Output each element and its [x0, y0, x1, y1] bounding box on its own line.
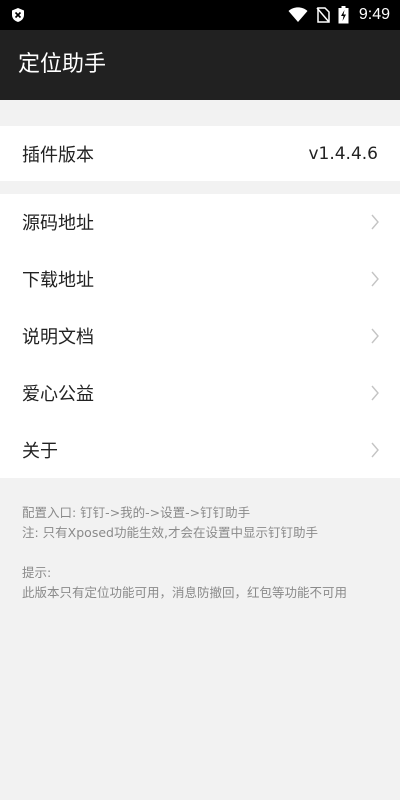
notification-shield-icon — [12, 8, 24, 22]
notes-section: 配置入口: 钉钉->我的->设置->钉钉助手 注: 只有Xposed功能生效,才… — [22, 503, 382, 603]
wifi-icon — [288, 7, 308, 22]
menu-item-about[interactable]: 关于 — [0, 421, 400, 478]
menu-item-documentation[interactable]: 说明文档 — [0, 308, 400, 365]
menu-item-label: 源码地址 — [22, 213, 94, 235]
chevron-right-icon — [371, 214, 379, 230]
config-entry-note: 配置入口: 钉钉->我的->设置->钉钉助手 — [22, 505, 251, 520]
menu-item-label: 爱心公益 — [22, 383, 94, 405]
battery-charging-icon — [338, 6, 349, 24]
chevron-right-icon — [371, 328, 379, 344]
chevron-right-icon — [371, 271, 379, 287]
menu-item-charity[interactable]: 爱心公益 — [0, 364, 400, 421]
menu-item-label: 关于 — [22, 440, 58, 462]
chevron-right-icon — [371, 385, 379, 401]
app-title: 定位助手 — [18, 52, 107, 77]
menu-item-source-code[interactable]: 源码地址 — [0, 194, 400, 251]
menu-item-label: 说明文档 — [22, 326, 94, 348]
chevron-right-icon — [371, 442, 379, 458]
app-bar: 定位助手 — [0, 30, 400, 100]
tip-text: 此版本只有定位功能可用，消息防撤回，红包等功能不可用 — [22, 585, 348, 600]
menu-item-download[interactable]: 下载地址 — [0, 251, 400, 308]
menu-list: 源码地址 下载地址 说明文档 爱心公益 关于 — [0, 194, 400, 478]
plugin-version-row: 插件版本 v1.4.4.6 — [0, 126, 400, 181]
status-bar: 9:49 — [0, 0, 400, 30]
plugin-version-label: 插件版本 — [22, 144, 94, 166]
plugin-version-value: v1.4.4.6 — [308, 143, 378, 164]
status-icons: 9:49 — [288, 0, 390, 30]
menu-item-label: 下载地址 — [22, 270, 94, 292]
status-time: 9:49 — [358, 6, 390, 23]
no-sim-icon — [316, 7, 330, 23]
xposed-note: 注: 只有Xposed功能生效,才会在设置中显示钉钉助手 — [22, 525, 318, 540]
tip-title: 提示: — [22, 565, 52, 580]
